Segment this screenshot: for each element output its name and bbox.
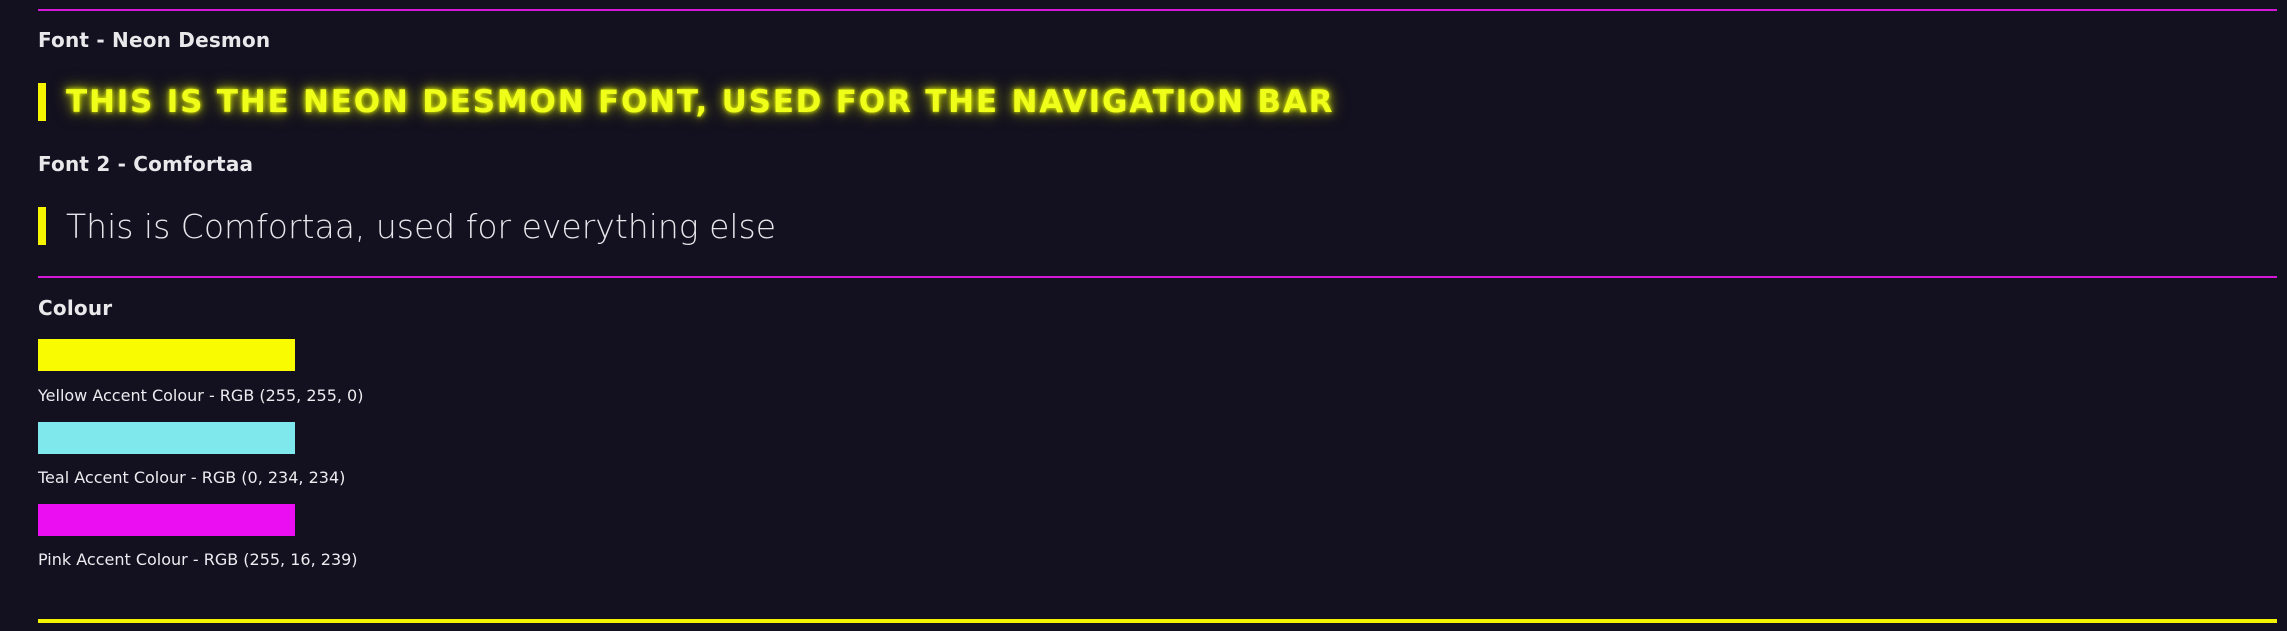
top-divider: [38, 9, 2277, 11]
font1-sample-text: THIS IS THE NEON DESMON FONT, USED FOR T…: [66, 84, 1335, 120]
quote-bar: [38, 83, 46, 121]
yellow-swatch: [38, 339, 295, 371]
pink-swatch: [38, 504, 295, 536]
teal-swatch: [38, 422, 295, 454]
pink-swatch-label: Pink Accent Colour - RGB (255, 16, 239): [38, 550, 358, 569]
bottom-divider: [38, 619, 2277, 623]
font1-title: Font - Neon Desmon: [38, 28, 271, 52]
style-guide-page: Font - Neon Desmon THIS IS THE NEON DESM…: [0, 0, 2287, 631]
font2-title: Font 2 - Comfortaa: [38, 152, 254, 176]
quote-bar: [38, 207, 46, 245]
font1-sample-quote: THIS IS THE NEON DESMON FONT, USED FOR T…: [38, 83, 1334, 121]
font2-sample-quote: This is Comfortaa, used for everything e…: [38, 206, 777, 246]
middle-divider: [38, 276, 2277, 278]
colour-title: Colour: [38, 296, 113, 320]
font2-sample-text: This is Comfortaa, used for everything e…: [66, 206, 777, 246]
teal-swatch-label: Teal Accent Colour - RGB (0, 234, 234): [38, 468, 346, 487]
yellow-swatch-label: Yellow Accent Colour - RGB (255, 255, 0): [38, 386, 364, 405]
